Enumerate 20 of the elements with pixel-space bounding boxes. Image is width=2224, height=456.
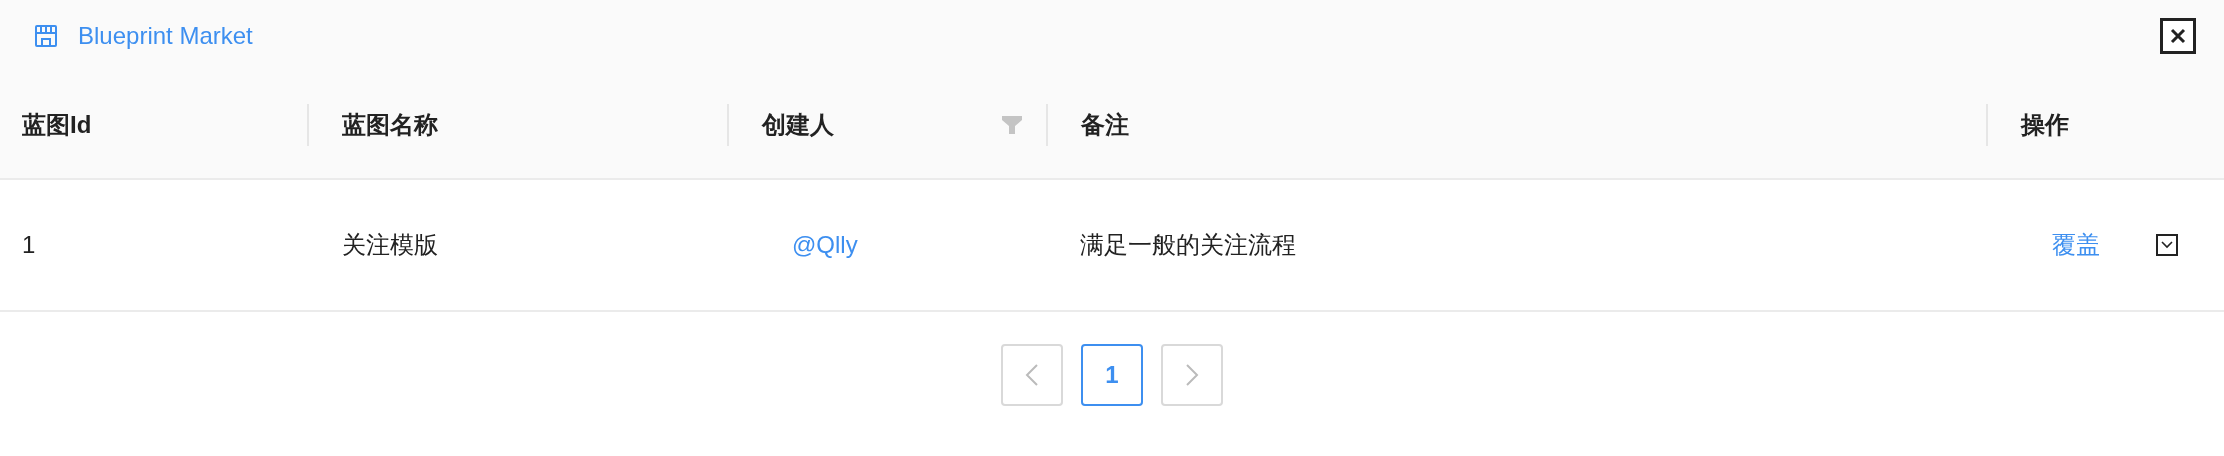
chevron-right-icon [1185, 363, 1199, 387]
store-icon [34, 24, 58, 48]
overwrite-link[interactable]: 覆盖 [2052, 229, 2100, 261]
expand-button[interactable] [2156, 234, 2178, 256]
creator-link[interactable]: @Qlly [727, 231, 1046, 259]
close-button[interactable] [2160, 18, 2196, 54]
column-header: 操作 [2021, 110, 2070, 140]
column-header: 蓝图名称 [342, 110, 439, 140]
page-button[interactable]: 1 [1081, 344, 1143, 406]
close-icon [2169, 27, 2187, 45]
column-header: 蓝图Id [22, 110, 93, 140]
column-header: 创建人 [762, 110, 835, 140]
filter-icon[interactable] [1002, 116, 1022, 134]
table-cell-text: 关注模版 [341, 230, 439, 260]
table-cell-text: 满足一般的关注流程 [1079, 230, 1297, 260]
chevron-icon [2161, 241, 2173, 249]
column-header: 备注 [1081, 110, 1130, 140]
table-cell-text: 1 [21, 231, 37, 259]
window-title: Blueprint Market [78, 22, 254, 50]
chevron-left-icon [1025, 363, 1039, 387]
